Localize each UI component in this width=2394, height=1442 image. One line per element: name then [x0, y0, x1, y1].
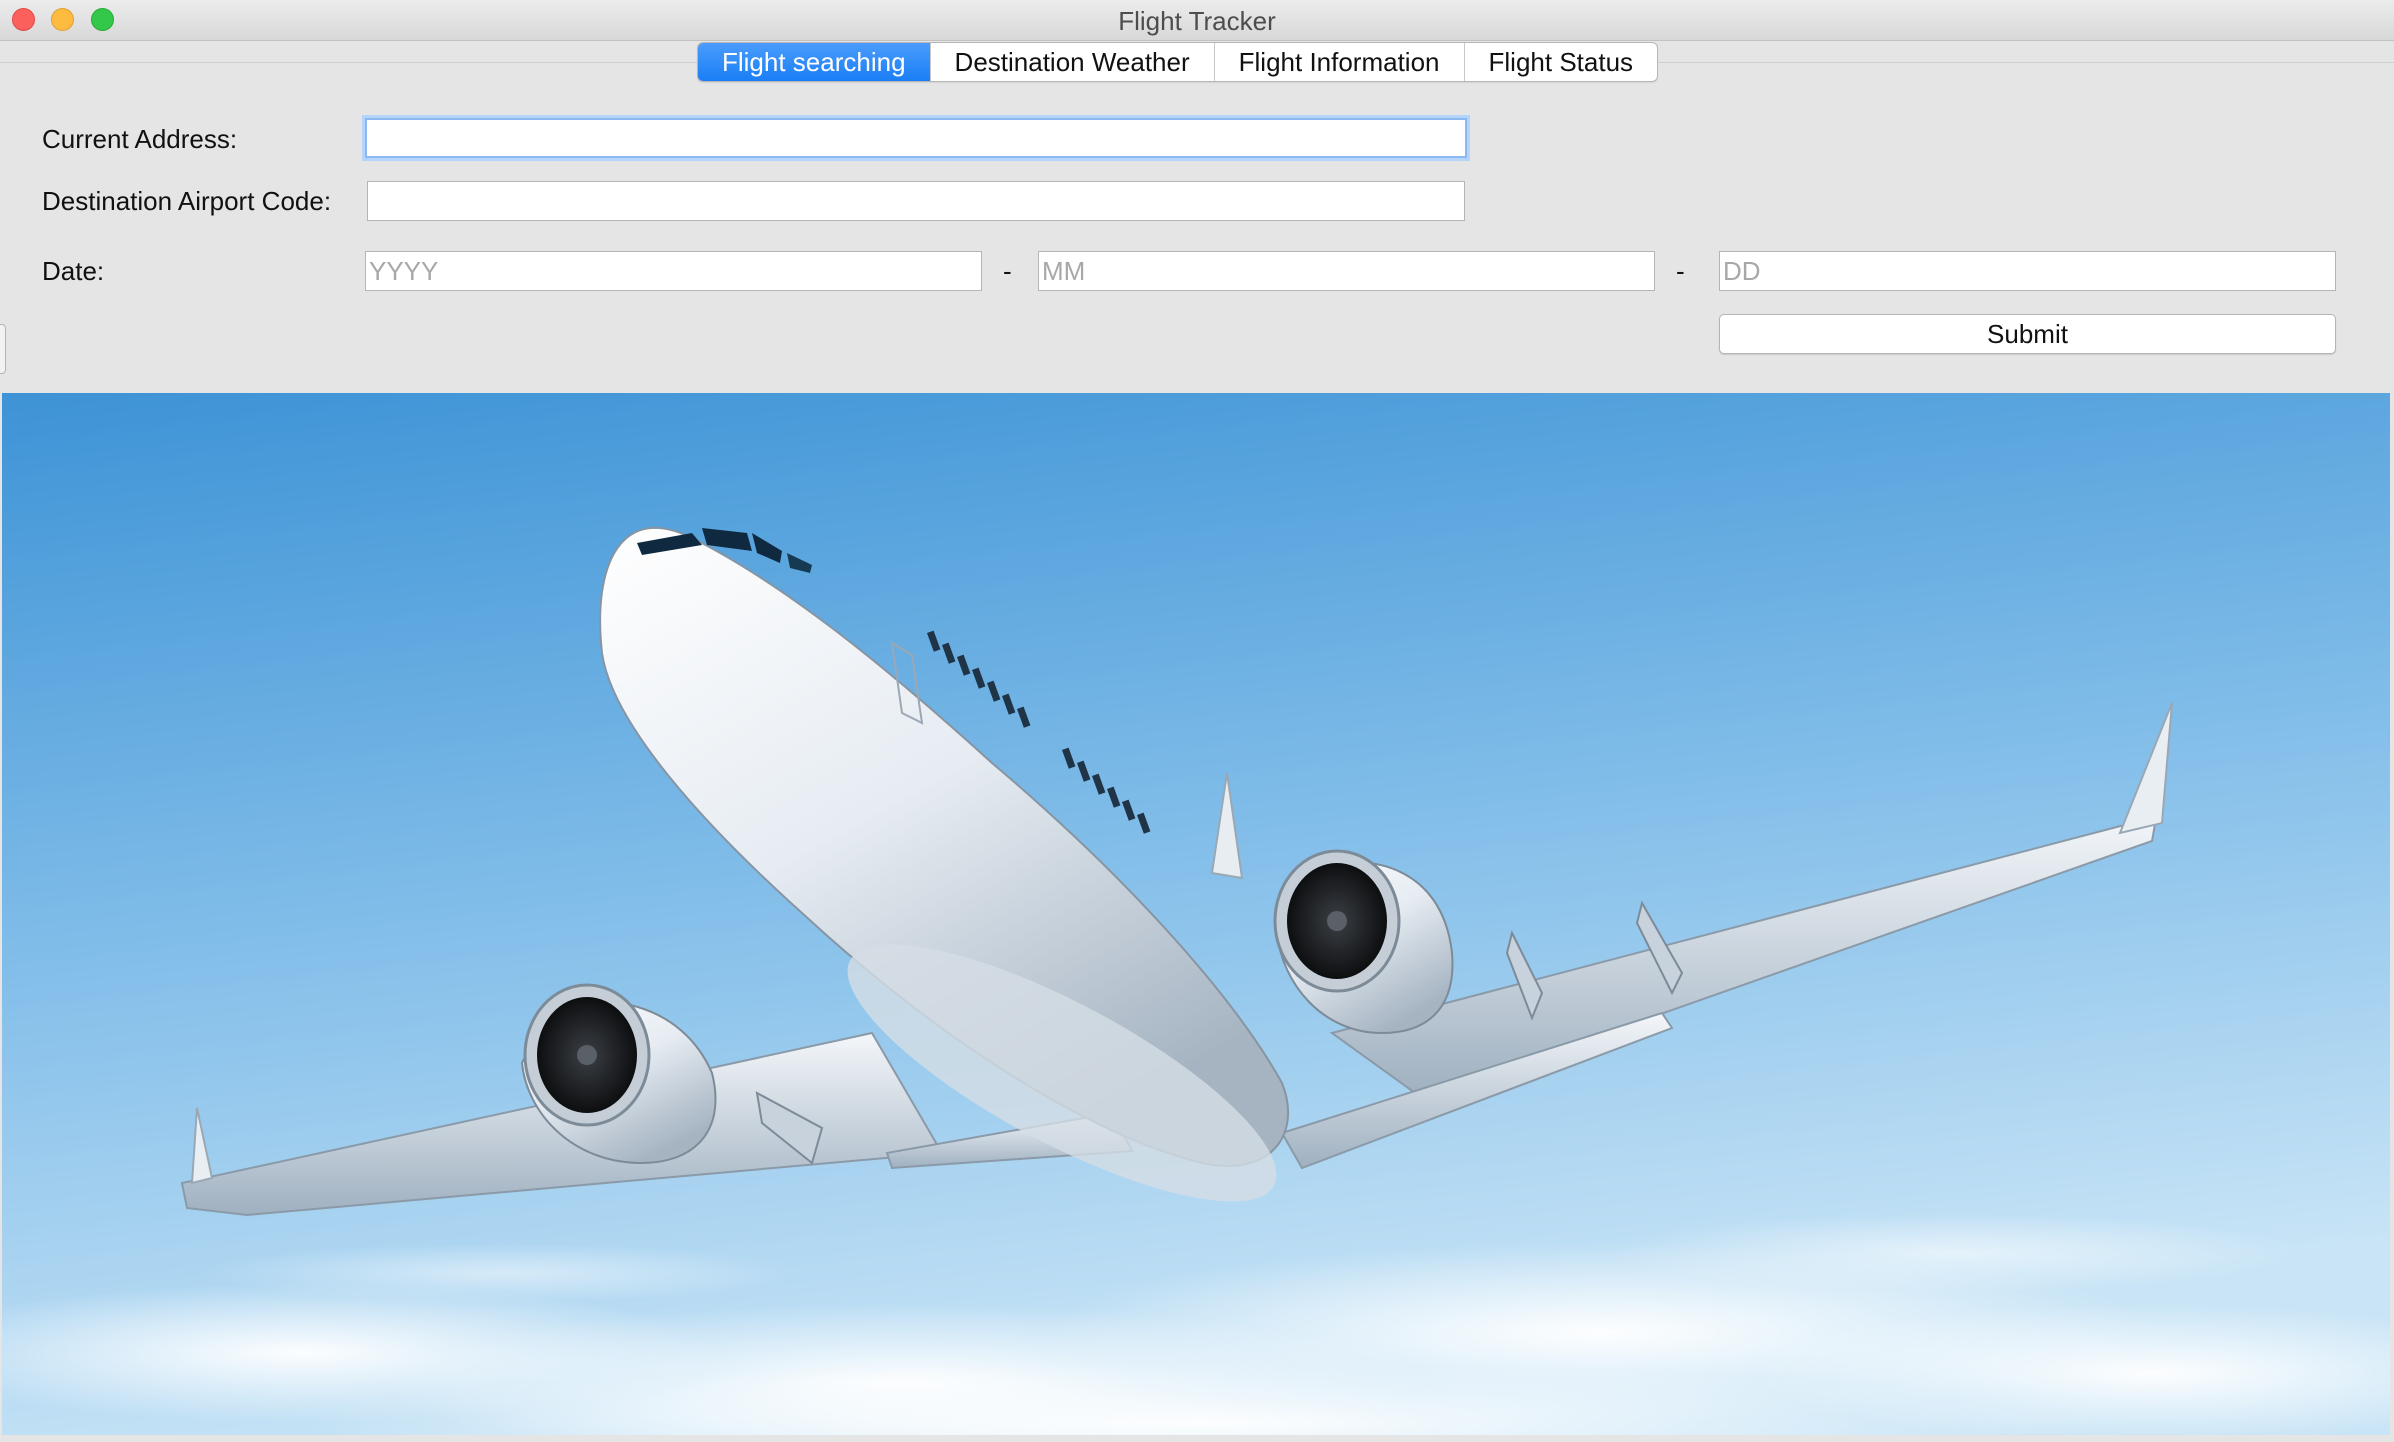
current-address-input[interactable] — [365, 118, 1467, 158]
date-day-input[interactable] — [1719, 251, 2336, 291]
destination-code-label: Destination Airport Code: — [42, 186, 332, 216]
date-year-input[interactable] — [365, 251, 982, 291]
title-bar: Flight Tracker — [0, 0, 2394, 41]
date-label: Date: — [42, 256, 105, 286]
tab-flight-information[interactable]: Flight Information — [1213, 43, 1464, 81]
date-separator: - — [1676, 256, 1685, 286]
window-title: Flight Tracker — [1118, 6, 1276, 36]
submit-button[interactable]: Submit — [1719, 314, 2336, 354]
tab-flight-searching[interactable]: Flight searching — [698, 43, 930, 81]
tab-bar: Flight searching Destination Weather Fli… — [697, 42, 1659, 82]
app-window: Flight Tracker Flight searching Destinat… — [0, 0, 2394, 1442]
destination-code-input[interactable] — [367, 181, 1465, 221]
tab-flight-status[interactable]: Flight Status — [1463, 43, 1658, 81]
side-drawer-handle[interactable] — [0, 324, 6, 374]
current-address-label: Current Address: — [42, 124, 238, 154]
date-separator: - — [1003, 256, 1012, 286]
airplane-photo — [2, 393, 2390, 1435]
date-month-input[interactable] — [1038, 251, 1655, 291]
tab-destination-weather[interactable]: Destination Weather — [929, 43, 1214, 81]
